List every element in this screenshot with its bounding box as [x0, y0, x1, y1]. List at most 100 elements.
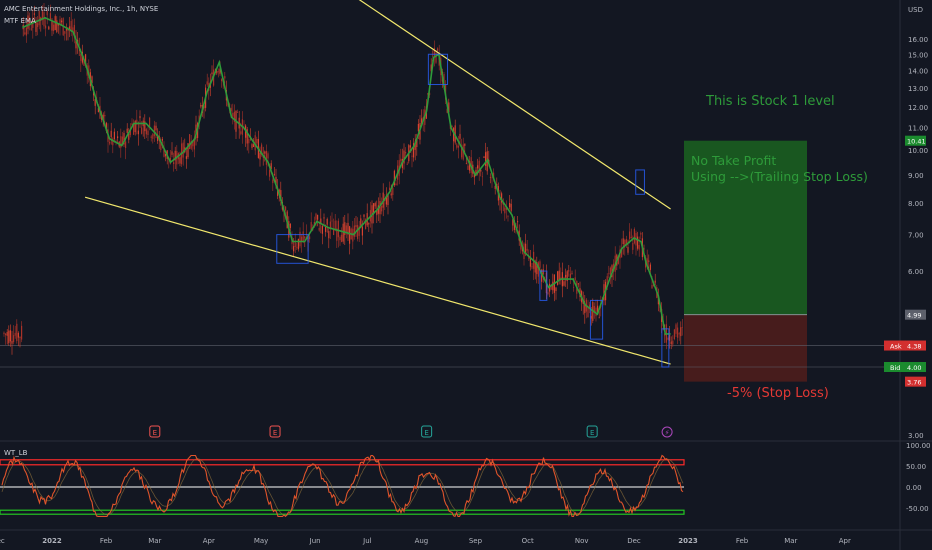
candle-body [173, 162, 175, 165]
candle-body [680, 327, 682, 337]
candle-body [185, 156, 187, 159]
candle-body [139, 116, 141, 119]
candle-body [137, 130, 139, 135]
candle-body [152, 134, 154, 139]
candle-body [465, 163, 467, 164]
candle-body [417, 123, 419, 132]
candle-body [678, 333, 680, 335]
candle-body [11, 340, 13, 344]
candle-body [289, 223, 291, 228]
candle-body [630, 237, 632, 238]
no-take-profit-annotation: No Take Profit [691, 153, 777, 168]
candle-body [48, 26, 50, 30]
candle-body [456, 144, 458, 148]
candle-body [109, 141, 111, 144]
time-tick-label: Aug [415, 537, 429, 545]
candle-body [17, 332, 19, 338]
candle-body [259, 152, 261, 160]
candle-body [574, 277, 576, 281]
candle-body [104, 114, 106, 117]
candle-body [510, 203, 512, 211]
price-tick-label: 12.00 [908, 104, 928, 112]
price-label-name: Ask [890, 343, 902, 351]
candle-body [304, 236, 306, 238]
candle-body [437, 48, 439, 51]
time-tick-label: Apr [203, 537, 215, 545]
candle-body [302, 231, 304, 242]
candle-body [640, 232, 642, 235]
candle-body [331, 220, 333, 222]
candle-body [489, 177, 491, 178]
candle-body [355, 225, 357, 227]
osc-tick-label: 100.00 [906, 442, 931, 450]
candle-body [273, 174, 275, 175]
candle-body [609, 267, 611, 275]
candle-body [325, 226, 327, 232]
candle-body [30, 28, 32, 30]
time-tick-label: Apr [839, 537, 851, 545]
candle-body [569, 273, 571, 279]
candle-body [673, 329, 675, 340]
candle-body [51, 20, 53, 31]
price-pane: E E E E ⚡ [0, 0, 932, 550]
candle-body [269, 169, 271, 177]
candle-body [3, 332, 5, 335]
candle-body [182, 142, 184, 158]
price-tick-label: 8.00 [908, 200, 924, 208]
candle-body [323, 217, 325, 219]
candle-body [526, 248, 528, 251]
candle-body [622, 238, 624, 245]
candle-body [37, 23, 39, 28]
candle-body [464, 143, 466, 146]
candle-body [568, 270, 570, 272]
candle-body [608, 273, 610, 274]
indicator-label[interactable]: MTF EMA [4, 17, 36, 25]
candle-body [161, 138, 163, 141]
candle-body [141, 127, 143, 134]
oscillator-label[interactable]: WT_LB [4, 449, 27, 457]
candle-body [267, 153, 269, 159]
candle-body [606, 276, 608, 282]
time-tick-label: Sep [469, 537, 483, 545]
candle-body [24, 32, 26, 35]
candle-body [264, 151, 266, 154]
candle-body [21, 325, 23, 340]
chart-canvas[interactable]: EEEE⚡ 3.004.005.006.007.008.009.0010.001… [0, 0, 932, 550]
candle-body [361, 226, 363, 236]
candle-body [206, 81, 208, 85]
candle-body [483, 156, 485, 158]
candle-body [390, 193, 392, 196]
candle-body [296, 246, 298, 248]
candle-body [400, 158, 402, 162]
time-tick-label: Dec [627, 537, 641, 545]
candle-body [557, 271, 559, 285]
stop-loss-annotation: -5% (Stop Loss) [727, 386, 829, 401]
candle-body [629, 231, 631, 240]
candle-body [134, 120, 136, 133]
candle-body [293, 246, 295, 252]
candle-body [392, 187, 394, 196]
event-marker-label: ⚡ [665, 429, 670, 437]
candle-body [571, 273, 573, 275]
candle-body [117, 136, 119, 139]
candle-body [16, 323, 18, 342]
time-tick-label: 2023 [678, 537, 698, 545]
candle-body [317, 214, 319, 220]
candle-body [221, 79, 223, 82]
candle-body [147, 130, 149, 136]
time-tick-label: Feb [736, 537, 749, 545]
candle-body [217, 71, 219, 73]
time-tick-label: 2022 [42, 537, 62, 545]
candle-body [248, 139, 250, 144]
candle-body [126, 128, 128, 133]
candle-body [13, 335, 15, 343]
candle-body [5, 333, 7, 336]
candle-body [374, 203, 376, 207]
price-tick-label: 15.00 [908, 51, 928, 59]
price-tick-label: 3.00 [908, 432, 924, 440]
symbol-title[interactable]: AMC Entertainment Holdings, Inc., 1h, NY… [4, 5, 158, 13]
price-tick-label: 16.00 [908, 36, 928, 44]
time-tick-label: Dec [0, 537, 5, 545]
price-tick-label: 13.00 [908, 85, 928, 93]
candle-body [61, 20, 63, 23]
